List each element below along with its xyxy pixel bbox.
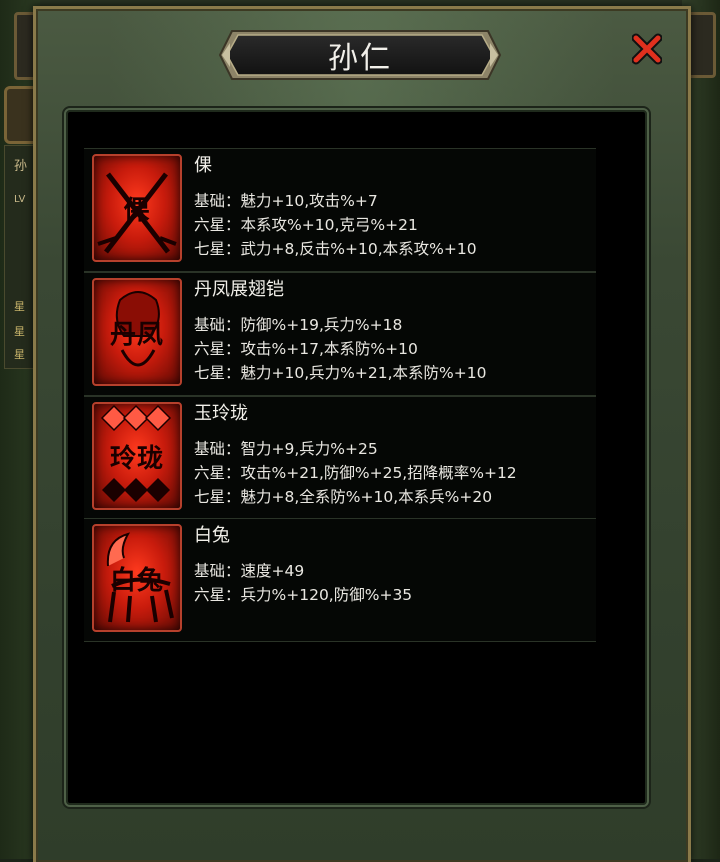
item-stat-line: 六星：攻击%+21,防御%+25,招降概率%+12: [194, 464, 517, 482]
icon-label: 玲珑: [109, 443, 164, 474]
armor-icon: 丹凤: [92, 278, 182, 386]
equipment-item[interactable]: 丹凤 丹凤展翅铠 基础：防御%+19,兵力%+18 六星：攻击%+17,本系防%…: [84, 272, 596, 396]
weapon-icon: 倮: [92, 154, 182, 262]
equipment-item[interactable]: 白兔 白兔 基础：速度+49 六星：兵力%+120,防御%+35: [84, 518, 596, 642]
icon-label: 倮: [123, 195, 151, 226]
horse-icon: 白兔: [92, 524, 182, 632]
close-icon: [632, 33, 662, 65]
item-stat-line: 七星：魅力+10,兵力%+21,本系防%+10: [194, 364, 487, 382]
background-text: LV: [14, 194, 26, 205]
item-stat-line: 基础：速度+49: [194, 562, 305, 580]
icon-label: 白兔: [109, 565, 164, 596]
background-text: 星: [14, 348, 25, 361]
item-stat-line: 七星：魅力+8,全系防%+10,本系兵%+20: [194, 488, 493, 506]
item-stat-line: 基础：魅力+10,攻击%+7: [194, 192, 378, 210]
item-name: 白兔: [194, 525, 230, 546]
equipment-item[interactable]: 玲珑 玉玲珑 基础：智力+9,兵力%+25 六星：攻击%+21,防御%+25,招…: [84, 396, 596, 520]
item-stat-line: 基础：防御%+19,兵力%+18: [194, 316, 403, 334]
item-name: 倮: [194, 155, 212, 176]
item-name: 丹凤展翅铠: [194, 279, 284, 300]
item-stat-line: 六星：本系攻%+10,克弓%+21: [194, 216, 418, 234]
item-stat-line: 七星：武力+8,反击%+10,本系攻%+10: [194, 240, 477, 258]
item-stat-line: 六星：攻击%+17,本系防%+10: [194, 340, 418, 358]
background-text: 星: [14, 325, 25, 338]
title-plate: 孙仁: [218, 29, 502, 81]
background-text: 星: [14, 300, 25, 313]
item-stat-line: 基础：智力+9,兵力%+25: [194, 440, 378, 458]
background-text: 孙: [14, 159, 28, 174]
icon-label: 丹凤: [109, 319, 164, 350]
item-stat-line: 六星：兵力%+120,防御%+35: [194, 586, 413, 604]
hero-name-title: 孙仁: [328, 41, 392, 76]
treasure-icon: 玲珑: [92, 402, 182, 510]
item-name: 玉玲珑: [194, 403, 248, 424]
close-button[interactable]: [628, 28, 666, 70]
equipment-item[interactable]: 倮 倮 基础：魅力+10,攻击%+7 六星：本系攻%+10,克弓%+21 七星：…: [84, 148, 596, 272]
